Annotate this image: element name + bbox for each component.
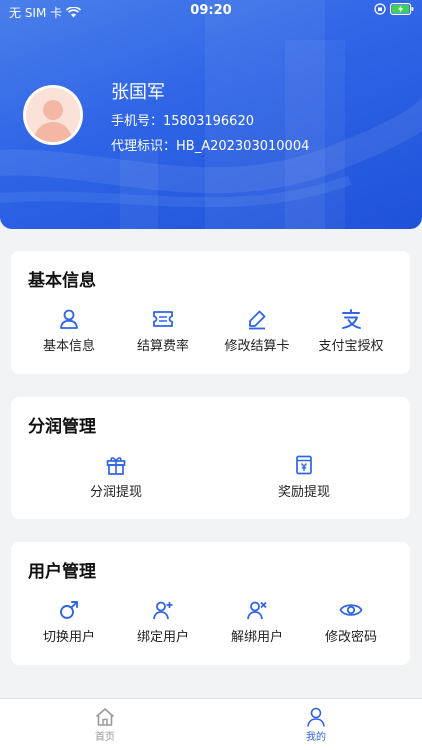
gift-icon (106, 457, 126, 475)
status-time: 09:20 (190, 3, 232, 18)
profile-name: 张国军 (111, 82, 165, 103)
user-management-title: 用户管理 (28, 562, 96, 582)
reward-withdraw-label: 奖励提现 (277, 485, 330, 500)
status-bar: 无 SIM 卡 09:20 (0, 0, 422, 22)
agent-value: HB_A202303010004 (176, 139, 310, 154)
battery-charging-icon (390, 3, 414, 15)
phone-value: 15803196620 (163, 114, 254, 129)
unbind-user-label: 解绑用户 (230, 630, 283, 645)
tab-mine-label: 我的 (306, 732, 326, 743)
orientation-lock-icon (374, 3, 386, 15)
basic-info-title: 基本信息 (28, 271, 96, 291)
switch-user-button[interactable]: 切换用户 (19, 599, 119, 645)
yen-cash-icon (296, 455, 312, 475)
person-icon (307, 707, 325, 727)
tab-bar: 首页 我的 (0, 698, 422, 750)
bind-user-button[interactable]: 绑定用户 (113, 599, 213, 645)
settlement-rate-label: 结算费率 (136, 339, 189, 354)
basic-info-label: 基本信息 (42, 339, 95, 354)
tab-home-label: 首页 (95, 732, 115, 743)
user-remove-icon (247, 601, 267, 620)
profit-withdraw-label: 分润提现 (89, 485, 142, 500)
switch-user-label: 切换用户 (42, 630, 95, 645)
alipay-icon (342, 309, 361, 329)
avatar[interactable] (23, 85, 83, 145)
basic-info-card: 基本信息 基本信息 结算费率 修改结算卡 支付宝授权 (11, 251, 410, 374)
profit-withdraw-button[interactable]: 分润提现 (66, 454, 166, 500)
avatar-person-icon (26, 88, 80, 142)
tab-mine[interactable]: 我的 (276, 707, 356, 743)
status-right (374, 3, 414, 15)
basic-info-button[interactable]: 基本信息 (19, 308, 119, 354)
user-icon (60, 309, 78, 329)
profit-card: 分润管理 分润提现 奖励提现 (11, 397, 410, 519)
bind-user-label: 绑定用户 (136, 630, 189, 645)
user-plus-icon (153, 601, 173, 620)
alipay-auth-button[interactable]: 支付宝授权 (301, 308, 401, 354)
modify-card-button[interactable]: 修改结算卡 (207, 308, 307, 354)
ticket-icon (153, 311, 173, 327)
change-password-button[interactable]: 修改密码 (301, 599, 401, 645)
edit-pen-icon (249, 310, 266, 330)
unbind-user-button[interactable]: 解绑用户 (207, 599, 307, 645)
profile-phone: 手机号：15803196620 (111, 110, 254, 129)
reward-withdraw-button[interactable]: 奖励提现 (254, 454, 354, 500)
tab-home[interactable]: 首页 (65, 707, 145, 743)
profile-agent-id: 代理标识：HB_A202303010004 (111, 135, 309, 154)
agent-label: 代理标识： (111, 139, 177, 154)
alipay-auth-label: 支付宝授权 (318, 339, 384, 354)
eye-icon (339, 604, 363, 616)
settlement-rate-button[interactable]: 结算费率 (113, 308, 213, 354)
home-icon (95, 708, 115, 726)
male-symbol-icon (60, 601, 78, 619)
phone-label: 手机号： (111, 114, 164, 129)
profit-title: 分润管理 (28, 417, 96, 437)
modify-card-label: 修改结算卡 (224, 339, 290, 354)
user-management-card: 用户管理 切换用户 绑定用户 解绑用户 修改密码 (11, 542, 410, 665)
profile-header: 无 SIM 卡 09:20 张国军 手机号：15803196620 代理标识：H… (0, 0, 422, 229)
change-password-label: 修改密码 (324, 630, 377, 645)
